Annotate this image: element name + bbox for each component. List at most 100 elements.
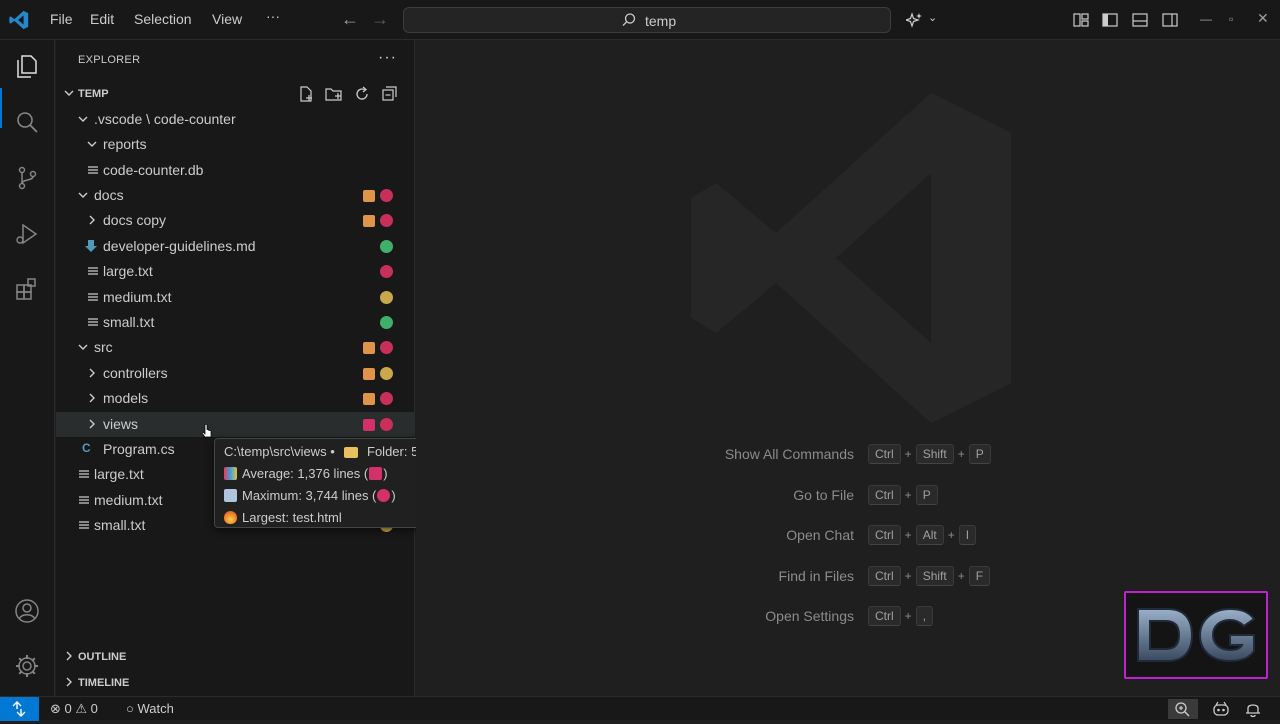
watch-indicator[interactable]: ○ Watch [126, 701, 174, 716]
bar-chart-icon [224, 467, 237, 480]
explorer-more-icon[interactable]: ··· [378, 49, 397, 67]
menu-edit[interactable]: Edit [90, 11, 114, 27]
remote-indicator[interactable] [0, 697, 39, 721]
activity-bar [0, 40, 55, 696]
show-all-commands-label[interactable]: Show All Commands [725, 446, 854, 462]
tooltip-path: C:\temp\src\views [224, 444, 327, 459]
error-count: 0 [64, 701, 72, 716]
back-arrow-icon[interactable]: ← [341, 9, 359, 30]
timeline-label: TIMELINE [78, 677, 130, 689]
copilot-icon[interactable] [1206, 699, 1236, 719]
orange-square-badge-icon [363, 368, 375, 380]
tree-folder-views[interactable]: views [56, 412, 415, 437]
workspace-root-header[interactable]: TEMP [56, 83, 415, 105]
refresh-icon[interactable] [352, 84, 372, 104]
chevron-down-icon[interactable]: ⌄ [928, 11, 937, 24]
tooltip-largest-line: Largest: test.html [224, 510, 342, 525]
explorer-sidebar: EXPLORER ··· TEMP .vscode \ code-counter… [56, 40, 415, 696]
problems-indicator[interactable]: ⊗ 0 ⚠ 0 [50, 701, 98, 717]
minimize-button[interactable]: — [1200, 12, 1212, 26]
collapse-all-icon[interactable] [379, 84, 399, 104]
toggle-secondary-sidebar-icon[interactable] [1161, 11, 1179, 29]
open-settings-label[interactable]: Open Settings [765, 608, 854, 624]
menu-selection[interactable]: Selection [134, 11, 192, 27]
tree-item-label: medium.txt [103, 289, 172, 305]
vscode-logo-icon [9, 10, 29, 30]
tree-item-label: docs [94, 187, 124, 203]
menu-view[interactable]: View [212, 11, 242, 27]
outline-section-header[interactable]: OUTLINE [56, 646, 415, 668]
notifications-bell-icon[interactable] [1238, 699, 1268, 719]
tree-folder-vscode-code-counter[interactable]: .vscode \ code-counter [56, 107, 415, 132]
chevron-right-icon [89, 215, 95, 225]
key-ctrl: Ctrl [868, 485, 901, 505]
find-in-files-label[interactable]: Find in Files [779, 568, 854, 584]
status-bar: ⊗ 0 ⚠ 0 ○ Watch [0, 696, 1280, 721]
new-file-icon[interactable] [296, 84, 316, 104]
accounts-icon[interactable] [13, 597, 41, 625]
watch-label: Watch [137, 701, 174, 716]
key-shift: Shift [915, 566, 954, 586]
search-icon[interactable] [13, 108, 41, 136]
maximize-button[interactable]: ▫ [1229, 12, 1233, 26]
customize-layout-icon[interactable] [1072, 11, 1090, 29]
mouse-cursor-icon [201, 424, 212, 438]
tree-folder-models[interactable]: models [56, 386, 415, 411]
tree-folder-reports[interactable]: reports [56, 132, 415, 157]
copilot-sparkle-icon[interactable] [906, 11, 924, 29]
tree-folder-controllers[interactable]: controllers [56, 361, 415, 386]
manage-gear-icon[interactable] [13, 652, 41, 680]
search-value: temp [645, 13, 677, 29]
toggle-panel-icon[interactable] [1131, 11, 1149, 29]
chevron-right-icon [89, 419, 95, 429]
red-circle-badge-icon [380, 418, 393, 431]
command-center-search[interactable]: temp [403, 7, 891, 33]
menu-file[interactable]: File [50, 11, 73, 27]
tree-file-developer-guidelines[interactable]: developer-guidelines.md [56, 234, 415, 259]
tree-item-label: controllers [103, 365, 168, 381]
key-alt: Alt [915, 525, 944, 545]
tree-item-label: docs copy [103, 212, 167, 228]
tree-file-small-txt-docs[interactable]: small.txt [56, 310, 415, 335]
zoom-icon[interactable] [1168, 699, 1198, 719]
green-circle-badge-icon [380, 316, 393, 329]
close-button[interactable]: ✕ [1257, 10, 1269, 27]
key-ctrl: Ctrl [868, 444, 901, 464]
open-chat-label[interactable]: Open Chat [786, 527, 854, 543]
open-chat-keys: Ctrl + Alt + I [868, 525, 980, 545]
open-settings-keys: Ctrl +, [868, 606, 937, 626]
tree-file-medium-txt-docs[interactable]: medium.txt [56, 285, 415, 310]
tree-item-label: small.txt [94, 517, 146, 533]
tree-file-code-counter-db[interactable]: code-counter.db [56, 158, 415, 183]
tree-item-label: developer-guidelines.md [103, 238, 256, 254]
circle-icon: ○ [126, 701, 134, 716]
key-ctrl: Ctrl [868, 525, 901, 545]
tree-folder-docs-copy[interactable]: docs copy [56, 208, 415, 233]
tree-folder-docs[interactable]: docs [56, 183, 415, 208]
tree-item-label: views [103, 416, 139, 432]
active-indicator [0, 88, 2, 128]
new-folder-icon[interactable] [324, 84, 344, 104]
pink-circle-icon [377, 489, 391, 502]
tree-folder-src[interactable]: src [56, 335, 415, 360]
timeline-section-header[interactable]: TIMELINE [56, 672, 415, 694]
error-icon: ⊗ [50, 701, 61, 716]
go-to-file-label[interactable]: Go to File [793, 487, 854, 503]
tree-file-large-txt-docs[interactable]: large.txt [56, 259, 415, 284]
extensions-icon[interactable] [13, 276, 41, 304]
vscode-watermark-icon [691, 93, 1011, 423]
explorer-title: EXPLORER [78, 54, 141, 66]
menu-more-icon[interactable]: ··· [266, 8, 280, 24]
toggle-primary-sidebar-icon[interactable] [1101, 11, 1119, 29]
tooltip-maximum: Maximum: 3,744 lines ( [242, 488, 377, 503]
explorer-icon[interactable] [13, 52, 41, 80]
run-debug-icon[interactable] [13, 220, 41, 248]
tooltip-maximum-line: Maximum: 3,744 lines () [224, 488, 396, 503]
file-lines-icon [88, 166, 98, 174]
yellow-circle-badge-icon [380, 367, 393, 380]
file-lines-icon [79, 496, 89, 504]
forward-arrow-icon[interactable]: → [371, 9, 389, 30]
source-control-icon[interactable] [13, 164, 41, 192]
orange-square-badge-icon [363, 190, 375, 202]
key-p: P [968, 444, 991, 464]
